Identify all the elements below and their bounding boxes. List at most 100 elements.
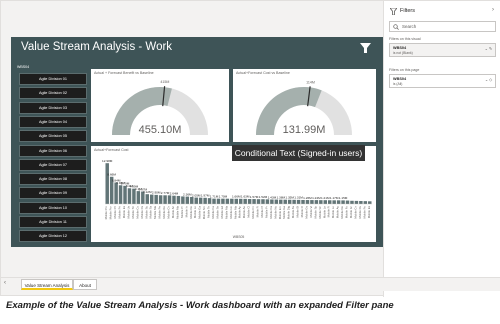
tab-value-stream-analysis[interactable]: Value Stream Analysis [21, 279, 73, 290]
bar [225, 198, 230, 204]
cost-gauge-chart: 114M 131.99M [256, 80, 352, 136]
bar-data-label: 3.12M [143, 190, 152, 194]
bar [212, 198, 216, 204]
bar [234, 198, 239, 204]
benefit-gauge-target-label: 415M [160, 80, 169, 84]
wbs-slicer-item[interactable]: Agile Division 09 [19, 187, 87, 200]
bar [105, 163, 109, 204]
wbs-slicer-item[interactable]: Agile Division 11 [19, 216, 87, 228]
wbs-slicer-item[interactable]: Agile Division 08 [19, 173, 87, 186]
category-tick-label: Mobile Se [215, 206, 219, 219]
category-tick-label: Mobile Em [278, 205, 282, 219]
benefit-gauge-chart: 415M 455.10M [112, 80, 208, 136]
bar-data-label: 1.57M [250, 195, 259, 199]
bar [314, 200, 319, 204]
wbs-slicer-item[interactable]: Agile Division 05 [19, 130, 87, 143]
category-tick-label: Mobile Ne [340, 206, 344, 219]
category-tick-label: Mobile Us [126, 205, 130, 218]
category-tick-label: Mobile Pe [158, 206, 162, 219]
category-tick-label: Mobile Ex [122, 205, 126, 218]
bar-data-label: 12.98M [102, 159, 113, 163]
bar [176, 195, 181, 204]
bar [323, 200, 328, 204]
bar [145, 194, 150, 204]
category-tick-label: Mobile Ga [282, 206, 286, 219]
wbs-slicer-item[interactable]: Agile Division 10 [19, 201, 87, 214]
report-header: Value Stream Analysis - Work [11, 37, 383, 59]
category-tick-label: Mobile Lo [193, 206, 197, 219]
bar-data-label: 1.63M [241, 195, 250, 199]
filters-search-input[interactable]: Search [389, 21, 496, 32]
category-tick-label: Mobile Gr [349, 206, 353, 218]
category-tick-label: Mobile Ma [233, 206, 237, 219]
page-filter-card[interactable]: WBS04 is (All) ⌄ ◇ [389, 74, 496, 88]
report-window: Value Stream Analysis - Work WBS04 Agile… [0, 0, 500, 297]
category-tick-label: Mobile Da [269, 206, 273, 219]
filters-on-visual-label: Filters on this visual [389, 37, 421, 41]
bar [301, 199, 305, 204]
bar-data-label: 1.35M [285, 196, 294, 200]
benefit-gauge-value: 455.10M [139, 124, 182, 136]
bar-data-label: 1.24M [312, 196, 321, 200]
category-tick-label: Mobile In [184, 206, 188, 218]
cost-gauge[interactable]: Actual+Forecast Cost vs Baseline 114M 131… [233, 69, 376, 142]
bar-data-label: 8.66M [107, 173, 116, 177]
bar [172, 195, 176, 204]
previous-page-icon[interactable]: ‹ [4, 280, 6, 286]
wbs-slicer-item[interactable]: Agile Division 02 [19, 87, 87, 100]
cost-gauge-target-label: 114M [306, 80, 315, 84]
category-tick-label: Mobile Po [362, 206, 366, 219]
bar-data-label: 2.64M [170, 192, 179, 196]
bar [163, 195, 167, 204]
bar-data-label: 1.71M [210, 194, 219, 198]
category-tick-label: Mobile Pro [104, 206, 108, 220]
category-tick-label: Mobile Por [109, 206, 113, 219]
bar [274, 199, 279, 204]
category-tick-label: Mobile Ca [211, 206, 215, 219]
bar [243, 198, 247, 204]
bar [158, 195, 163, 204]
category-tick-label: Mobile Ho [229, 206, 233, 219]
report-title: Value Stream Analysis - Work [21, 41, 173, 53]
bar [190, 196, 194, 204]
category-tick-label: Mobile Re [162, 206, 166, 219]
filters-pane-title: Filters [400, 8, 415, 14]
category-tick-label: Mobile Ch [167, 206, 171, 219]
filters-search-placeholder: Search [402, 24, 417, 29]
category-tick-label: Mobile Ma [224, 206, 228, 219]
bar [238, 198, 243, 204]
bar [207, 198, 212, 204]
bar [319, 200, 323, 204]
wbs-slicer-item[interactable]: Agile Division 07 [19, 158, 87, 171]
bar [327, 200, 332, 204]
bar [194, 197, 198, 204]
bar [310, 200, 314, 204]
collapse-pane-chevron-icon[interactable]: › [492, 7, 494, 13]
wbs-slicer-item[interactable]: Agile Division 06 [19, 144, 87, 157]
benefit-gauge[interactable]: Actual + Forecast Benefit vs Baseline 41… [91, 69, 229, 142]
category-tick-label: Mobile Bl [296, 206, 300, 218]
tab-about[interactable]: About [73, 279, 97, 290]
search-icon [393, 24, 399, 30]
bar [292, 199, 296, 204]
category-tick-label: Mobile Pa [140, 206, 144, 219]
visual-filter-card[interactable]: WBS04 is not (Blank) ⌄ ✎ [389, 43, 496, 57]
filter-icon[interactable] [360, 43, 371, 53]
wbs-slicer-item[interactable]: Agile Division 12 [19, 230, 87, 243]
wbs-slicer-item[interactable]: Agile Division 01 [19, 73, 87, 85]
visual-filter-actions-icon[interactable]: ⌄ ✎ [485, 46, 492, 51]
wbs-slicer-item[interactable]: Agile Division 04 [19, 115, 87, 128]
category-tick-label: Mobile Au [336, 206, 340, 219]
category-tick-label: Mobile Ma [175, 206, 179, 219]
filters-on-page-label: Filters on this page [389, 68, 420, 72]
wbs-slicer-item[interactable]: Agile Division 03 [19, 101, 87, 114]
bar [114, 182, 118, 204]
category-tick-label: Mobile Sh [131, 206, 135, 219]
bar [265, 199, 270, 204]
filters-pane: Filters › Search Filters on this visual … [383, 1, 500, 297]
visual-filter-name: WBS04 [393, 46, 407, 50]
category-tick-label: Mobile Av [291, 205, 295, 218]
page-filter-actions-icon[interactable]: ⌄ ◇ [485, 77, 492, 82]
bar [203, 197, 207, 204]
bar-data-label: 1.52M [259, 195, 268, 199]
